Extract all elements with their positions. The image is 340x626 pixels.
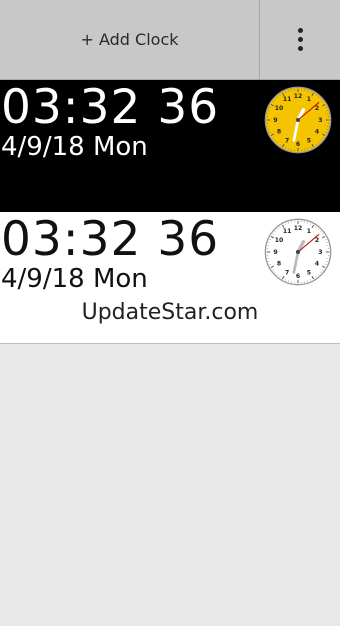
svg-text:4: 4: [315, 261, 319, 268]
svg-text:10: 10: [275, 105, 284, 112]
svg-text:6: 6: [296, 141, 300, 148]
svg-text:6: 6: [296, 273, 300, 280]
svg-text:7: 7: [285, 137, 289, 144]
analog-clock-icon: 12 1 2 3 4 5 6 7 8 9 10 11: [264, 86, 332, 154]
svg-text:4: 4: [315, 129, 319, 136]
add-clock-label: + Add Clock: [80, 30, 179, 49]
svg-text:5: 5: [307, 137, 311, 144]
overflow-menu-button[interactable]: [259, 0, 340, 79]
svg-text:12: 12: [294, 225, 303, 232]
clock-date: 4/9/18 Mon: [1, 132, 148, 162]
analog-clock-icon: 12 1 2 3 4 5 6 7 8 9 10 11: [264, 218, 332, 286]
more-vert-icon: [297, 26, 303, 53]
svg-text:9: 9: [273, 249, 277, 256]
svg-text:11: 11: [283, 228, 292, 235]
svg-text:3: 3: [318, 117, 322, 124]
clock-card-1[interactable]: 03:32 36 4/9/18 Mon 12 1 2 3 4 5 6 7 8 9…: [0, 80, 340, 212]
svg-text:7: 7: [285, 269, 289, 276]
svg-text:10: 10: [275, 237, 284, 244]
svg-text:11: 11: [283, 96, 292, 103]
svg-text:8: 8: [277, 129, 281, 136]
svg-text:12: 12: [294, 93, 303, 100]
svg-text:5: 5: [307, 269, 311, 276]
clock-date: 4/9/18 Mon: [1, 264, 148, 294]
svg-text:3: 3: [318, 249, 322, 256]
svg-text:8: 8: [277, 261, 281, 268]
svg-text:9: 9: [273, 117, 277, 124]
svg-text:1: 1: [307, 96, 311, 103]
watermark-text: UpdateStar.com: [81, 300, 259, 325]
clock-time: 03:32 36: [1, 212, 220, 267]
toolbar: + Add Clock: [0, 0, 340, 80]
add-clock-button[interactable]: + Add Clock: [0, 0, 259, 79]
clock-time: 03:32 36: [1, 80, 220, 135]
svg-text:1: 1: [307, 228, 311, 235]
clock-card-2[interactable]: 03:32 36 4/9/18 Mon 12 1 2 3 4 5 6 7 8 9…: [0, 212, 340, 344]
